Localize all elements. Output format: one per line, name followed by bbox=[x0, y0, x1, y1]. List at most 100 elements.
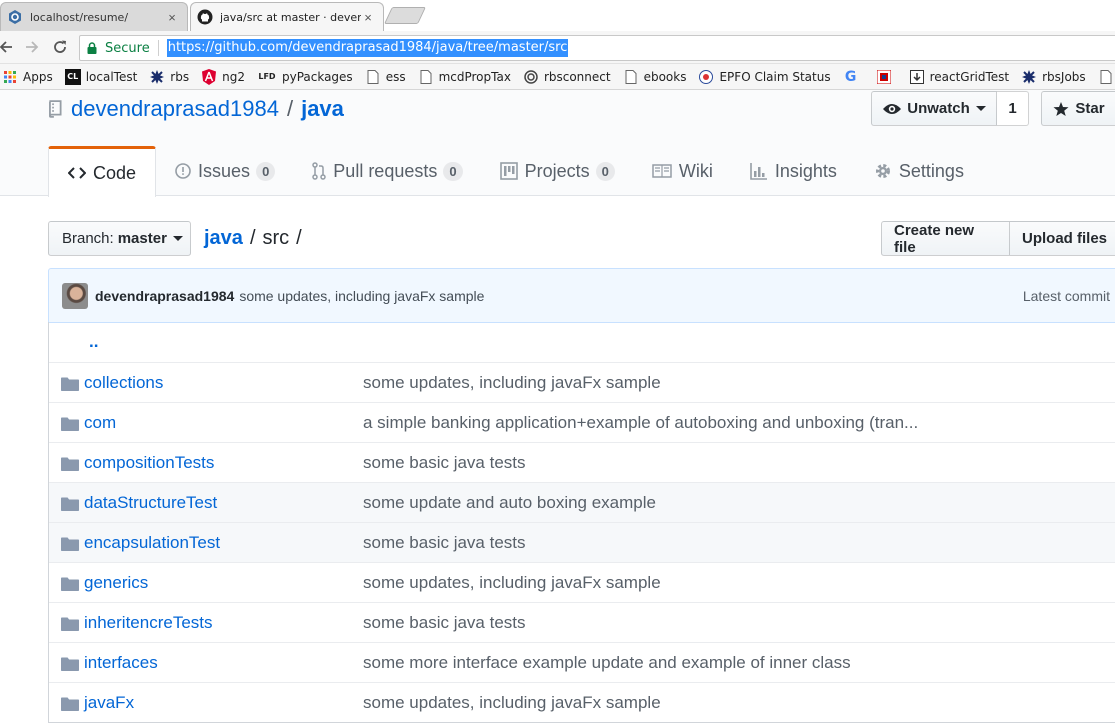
bookmark-localtest[interactable]: CL localTest bbox=[64, 68, 137, 85]
parent-directory-link[interactable]: .. bbox=[89, 332, 98, 352]
bookmark-ebooks[interactable]: ebooks bbox=[623, 69, 687, 85]
folder-name-link[interactable]: encapsulationTest bbox=[84, 533, 220, 553]
bookmark-ng2[interactable]: ng2 bbox=[201, 68, 245, 85]
table-row[interactable]: interfaces some more interface example up… bbox=[49, 642, 1115, 682]
folder-name-link[interactable]: compositionTests bbox=[84, 453, 214, 473]
watch-count[interactable]: 1 bbox=[997, 91, 1029, 126]
tab-settings-label: Settings bbox=[898, 160, 964, 181]
commit-message-link[interactable]: some basic java tests bbox=[363, 453, 526, 473]
secure-indicator[interactable]: Secure bbox=[86, 41, 150, 56]
table-row[interactable]: javaFx some updates, including javaFx sam… bbox=[49, 682, 1115, 722]
new-tab-button[interactable] bbox=[384, 7, 426, 24]
address-bar[interactable]: Secure https://github.com/devendraprasad… bbox=[79, 35, 1115, 61]
gear-icon bbox=[874, 162, 892, 180]
close-tab-icon[interactable]: × bbox=[165, 10, 179, 25]
commit-message-link[interactable]: some basic java tests bbox=[363, 613, 526, 633]
bookmark-apps[interactable]: Apps bbox=[2, 69, 53, 85]
tab-pulls-label: Pull requests bbox=[333, 160, 438, 181]
folder-name-link[interactable]: generics bbox=[84, 573, 148, 593]
bookmark-reactgridtest[interactable]: reactGridTest bbox=[909, 69, 1009, 85]
tab-code[interactable]: Code bbox=[48, 146, 157, 197]
table-row[interactable]: com a simple banking application+example … bbox=[49, 402, 1115, 442]
tab-issues[interactable]: Issues 0 bbox=[156, 146, 293, 196]
folder-name-link[interactable]: collections bbox=[84, 373, 163, 393]
folder-name-link[interactable]: javaFx bbox=[84, 693, 134, 713]
breadcrumb-root-link[interactable]: java bbox=[204, 227, 243, 250]
table-row[interactable]: collections some updates, including javaF… bbox=[49, 362, 1115, 402]
commit-message-link[interactable]: some more interface example update and e… bbox=[363, 653, 851, 673]
commit-message-link[interactable]: some updates, including javaFx sample bbox=[363, 373, 661, 393]
avatar[interactable] bbox=[62, 282, 88, 309]
browser-tab-localhost[interactable]: localhost/resume/ × bbox=[0, 2, 188, 31]
repo-icon bbox=[49, 100, 62, 118]
bookmark-rbsconnect[interactable]: rbsconnect bbox=[523, 69, 611, 85]
table-row[interactable]: encapsulationTest some basic java tests bbox=[49, 522, 1115, 562]
file-list: .. collections some updates, including ja… bbox=[48, 322, 1115, 723]
commit-message-link[interactable]: some updates, including javaFx sample bbox=[239, 288, 484, 304]
tab-wiki[interactable]: Wiki bbox=[633, 146, 731, 196]
parent-directory-row[interactable]: .. bbox=[49, 322, 1115, 362]
bookmark-pypackages[interactable]: LFD pyPackages bbox=[257, 69, 352, 85]
upload-files-button[interactable]: Upload files bbox=[1010, 221, 1115, 256]
bookmark-label: rbsJobs bbox=[1042, 69, 1086, 84]
tab-insights[interactable]: Insights bbox=[731, 146, 855, 196]
commit-message-link[interactable]: a simple banking application+example of … bbox=[363, 413, 918, 433]
commit-author-link[interactable]: devendraprasad1984 bbox=[95, 288, 234, 304]
issues-counter: 0 bbox=[256, 161, 276, 181]
browser-tab-github[interactable]: java/src at master · deven × bbox=[190, 2, 384, 31]
table-row[interactable]: compositionTests some basic java tests bbox=[49, 442, 1115, 482]
star-label: Star bbox=[1075, 100, 1105, 117]
tab-pull-requests[interactable]: Pull requests 0 bbox=[293, 146, 480, 196]
project-icon bbox=[499, 162, 518, 180]
star-group: Star bbox=[1041, 91, 1115, 126]
repo-owner-link[interactable]: devendraprasad1984 bbox=[71, 96, 279, 122]
bookmark-label: rbs bbox=[170, 69, 190, 84]
commit-message-link[interactable]: some updates, including javaFx sample bbox=[363, 693, 661, 713]
repo-name-link[interactable]: java bbox=[301, 96, 344, 122]
reload-icon[interactable] bbox=[50, 37, 70, 57]
unwatch-button[interactable]: Unwatch bbox=[871, 91, 997, 126]
pulls-counter: 0 bbox=[443, 161, 463, 181]
url-text[interactable]: https://github.com/devendraprasad1984/ja… bbox=[166, 39, 569, 57]
folder-name-link[interactable]: inheritencreTests bbox=[84, 613, 213, 633]
bookmark-rbsjobs[interactable]: rbsJobs bbox=[1021, 69, 1086, 85]
bookmark-flag[interactable] bbox=[876, 69, 897, 85]
create-new-file-button[interactable]: Create new file bbox=[881, 221, 1010, 256]
bookmark-rbs[interactable]: rbs bbox=[149, 69, 189, 85]
bookmark-urls[interactable]: urls bbox=[1098, 69, 1115, 85]
page-icon bbox=[365, 69, 381, 85]
bookmark-mcdproptax[interactable]: mcdPropTax bbox=[418, 69, 511, 85]
table-row[interactable]: dataStructureTest some update and auto bo… bbox=[49, 482, 1115, 522]
tab-settings[interactable]: Settings bbox=[855, 146, 982, 196]
commit-message-link[interactable]: some basic java tests bbox=[363, 533, 526, 553]
folder-name-link[interactable]: interfaces bbox=[84, 653, 158, 673]
commit-message-link[interactable]: some updates, including javaFx sample bbox=[363, 573, 661, 593]
star-button[interactable]: Star bbox=[1041, 91, 1115, 126]
rbs-star-icon bbox=[1021, 69, 1037, 85]
folder-icon bbox=[61, 616, 79, 631]
repo-actions: Unwatch 1 Star bbox=[871, 91, 1115, 126]
table-row[interactable]: generics some updates, including javaFx s… bbox=[49, 562, 1115, 602]
folder-name-link[interactable]: dataStructureTest bbox=[84, 493, 217, 513]
tab-title: java/src at master · deven bbox=[220, 10, 361, 24]
latest-commit-label: Latest commit bbox=[1022, 287, 1110, 304]
bookmark-ess[interactable]: ess bbox=[365, 69, 406, 85]
bookmark-label: Apps bbox=[23, 69, 53, 84]
commit-message-link[interactable]: some update and auto boxing example bbox=[363, 493, 656, 513]
bookmark-label: ebooks bbox=[643, 69, 687, 84]
forward-arrow-icon[interactable] bbox=[22, 37, 42, 57]
bookmark-epfo[interactable]: EPFO Claim Status bbox=[698, 69, 831, 85]
folder-name-link[interactable]: com bbox=[84, 413, 116, 433]
book-icon bbox=[652, 164, 672, 178]
bookmark-google[interactable]: G bbox=[843, 69, 864, 85]
back-arrow-icon[interactable] bbox=[0, 37, 16, 57]
repo-path-separator: / bbox=[286, 96, 294, 121]
page-icon bbox=[623, 69, 639, 85]
repo-title: devendraprasad1984 / java bbox=[48, 96, 344, 122]
table-row[interactable]: inheritencreTests some basic java tests bbox=[49, 602, 1115, 642]
bookmark-label: EPFO Claim Status bbox=[719, 69, 831, 84]
close-tab-icon[interactable]: × bbox=[361, 10, 375, 25]
tab-projects[interactable]: Projects 0 bbox=[481, 146, 633, 196]
branch-select-button[interactable]: Branch: master bbox=[48, 221, 191, 256]
epfo-icon bbox=[698, 69, 714, 85]
